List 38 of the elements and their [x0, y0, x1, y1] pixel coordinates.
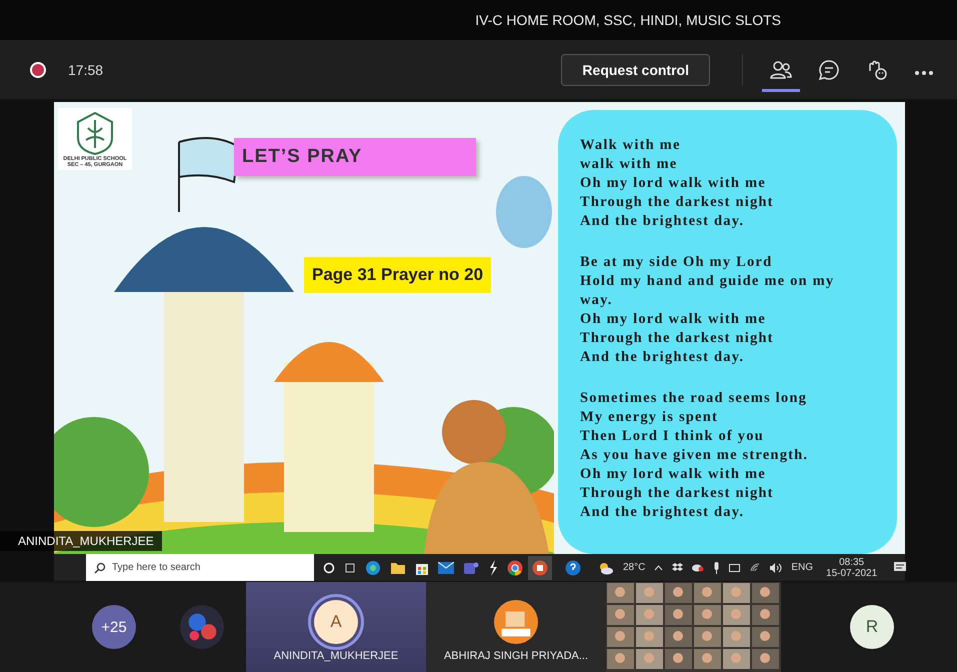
chat-icon	[818, 58, 840, 81]
chevron-up-icon[interactable]	[654, 564, 664, 571]
browser-icon[interactable]	[365, 560, 381, 576]
song-stanza: Be at my side Oh my Lord Hold my hand and guide me on my way. Oh my lord walk with me Through the darkest night And the brightest day.	[580, 253, 836, 368]
notification-icon[interactable]	[894, 562, 906, 574]
mail-icon[interactable]	[438, 562, 454, 574]
chrome-icon[interactable]	[507, 560, 523, 576]
slide-heading: LET’S PRAY	[234, 138, 476, 176]
folder-icon[interactable]	[390, 560, 406, 575]
participant-avatar: R	[850, 605, 894, 649]
page-label: Page 31 Prayer no 20	[304, 257, 492, 294]
song-stanza: Sometimes the road seems long My energy is spent Then Lord I think of you As you have given me strength. Oh my lord walk with me Through the darkest night And the brightest day.	[580, 389, 810, 522]
participant-avatar: A	[314, 600, 358, 644]
presenter-label: ANINDITA_MUKHERJEE	[0, 531, 162, 552]
window-title: IV-C HOME ROOM, SSC, HINDI, MUSIC SLOTS	[475, 12, 781, 28]
wifi-icon[interactable]	[750, 563, 762, 572]
more-icon	[914, 70, 934, 76]
microphone-icon[interactable]	[713, 562, 720, 574]
temperature: 28°C	[623, 562, 646, 574]
task-view-icon[interactable]	[344, 562, 356, 574]
clock-time[interactable]: 08:35	[839, 556, 864, 568]
clock-date[interactable]: 15-07-2021	[826, 568, 878, 579]
speaker-icon[interactable]	[770, 562, 782, 573]
participant-name: ANINDITA_MUKHERJEE	[274, 650, 398, 662]
more-participants-button[interactable]: +25	[92, 605, 136, 649]
people-icon	[770, 60, 792, 80]
cloud-icon[interactable]	[692, 563, 704, 572]
song-stanza: Walk with me walk with me Oh my lord walk with me Through the darkest night And the brightest day.	[580, 136, 775, 232]
participant-name: ABHIRAJ SINGH PRIYADA...	[444, 650, 588, 662]
search-field[interactable]: Type here to search	[86, 554, 314, 582]
search-icon	[94, 562, 106, 574]
language-indicator[interactable]: ENG	[791, 562, 814, 574]
lightning-icon[interactable]	[488, 560, 498, 576]
call-duration: 17:58	[68, 62, 104, 78]
request-control-button[interactable]: Request control	[561, 54, 710, 86]
help-icon[interactable]	[565, 560, 581, 576]
battery-icon[interactable]	[729, 564, 742, 572]
weather-icon[interactable]	[598, 560, 614, 575]
